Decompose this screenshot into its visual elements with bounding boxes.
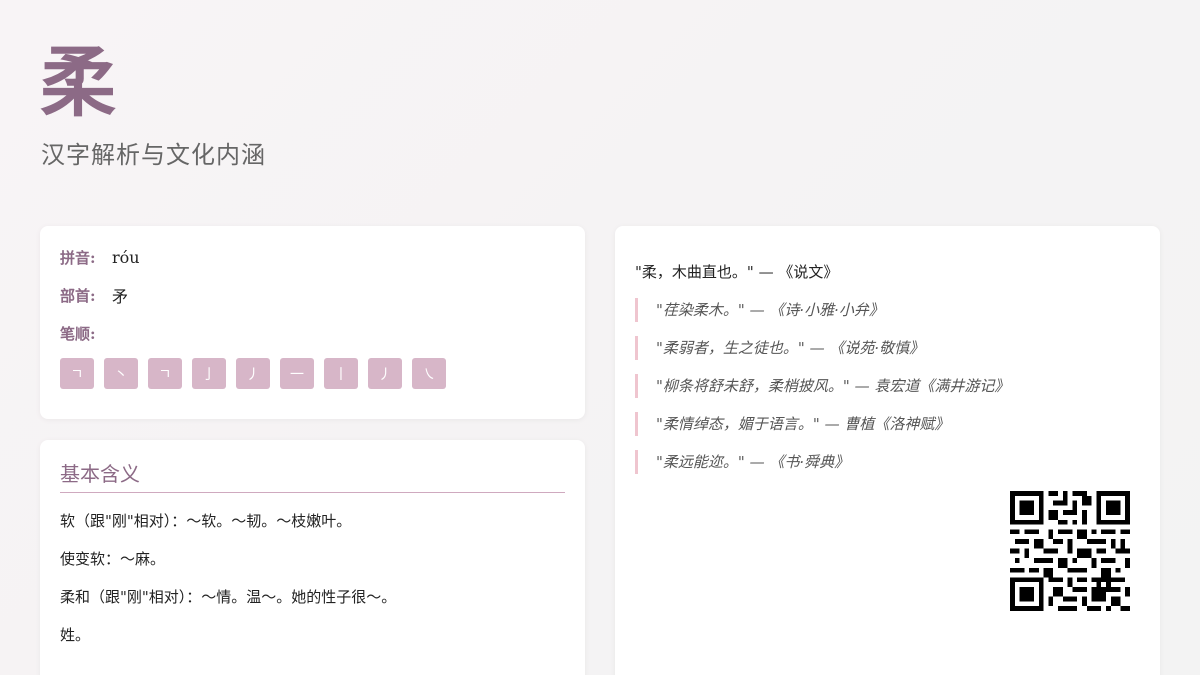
quote-item: "柔情绰态，媚于语言。" — 曹植《洛神赋》 bbox=[635, 412, 1140, 436]
meaning-item: 姓。 bbox=[60, 626, 91, 644]
stroke-tile: 丿 bbox=[236, 358, 270, 389]
quote-item: "荏染柔木。" — 《诗·小雅·小弁》 bbox=[635, 298, 1140, 322]
stroke-tile: ㇏ bbox=[412, 358, 446, 389]
page-subtitle: 汉字解析与文化内涵 bbox=[41, 141, 266, 169]
stroke-tile: 一 bbox=[280, 358, 314, 389]
quote-item: "柳条将舒未舒，柔梢披风。" — 袁宏道《满井游记》 bbox=[635, 374, 1140, 398]
radical-row: 部首: 矛 bbox=[60, 284, 565, 307]
stroke-tile: 丶 bbox=[104, 358, 138, 389]
stroke-tile: ㄱ bbox=[60, 358, 94, 389]
meaning-item: 使变软：～麻。 bbox=[60, 550, 166, 568]
qr-code-icon bbox=[1000, 481, 1140, 621]
pinyin-value: róu bbox=[112, 247, 140, 267]
quote-item: "柔弱者，生之徒也。" — 《说苑·敬慎》 bbox=[635, 336, 1140, 360]
pinyin-label: 拼音: bbox=[60, 248, 96, 267]
pinyin-row: 拼音: róu bbox=[60, 246, 565, 268]
meaning-item: 软（跟"刚"相对）：～软。～韧。～枝嫩叶。 bbox=[60, 512, 352, 530]
stroke-order-list: ㄱ 丶 ㄱ 亅 丿 一 丨 丿 ㇏ bbox=[60, 358, 565, 389]
stroke-tile: ㄱ bbox=[148, 358, 182, 389]
hero-character: 柔 bbox=[40, 38, 116, 127]
stroke-tile: 丿 bbox=[368, 358, 402, 389]
radical-value: 矛 bbox=[112, 287, 129, 306]
strokes-label: 笔顺: bbox=[60, 324, 96, 343]
stroke-tile: 丨 bbox=[324, 358, 358, 389]
main-quote: "柔，木曲直也。" — 《说文》 bbox=[635, 263, 839, 281]
strokes-row: 笔顺: bbox=[60, 322, 565, 344]
radical-label: 部首: bbox=[60, 286, 96, 305]
meaning-title: 基本含义 bbox=[60, 460, 565, 493]
info-card: 拼音: róu 部首: 矛 笔顺: ㄱ 丶 ㄱ 亅 丿 一 丨 丿 ㇏ bbox=[40, 226, 585, 419]
meaning-item: 柔和（跟"刚"相对）：～情。温～。她的性子很～。 bbox=[60, 588, 397, 606]
quotes-card: "柔，木曲直也。" — 《说文》 "荏染柔木。" — 《诗·小雅·小弁》 "柔弱… bbox=[615, 226, 1160, 675]
meaning-card: 基本含义 软（跟"刚"相对）：～软。～韧。～枝嫩叶。 使变软：～麻。 柔和（跟"… bbox=[40, 440, 585, 675]
qr-code-graphic bbox=[1010, 491, 1130, 611]
quote-item: "柔远能迩。" — 《书·舜典》 bbox=[635, 450, 1140, 474]
stroke-tile: 亅 bbox=[192, 358, 226, 389]
